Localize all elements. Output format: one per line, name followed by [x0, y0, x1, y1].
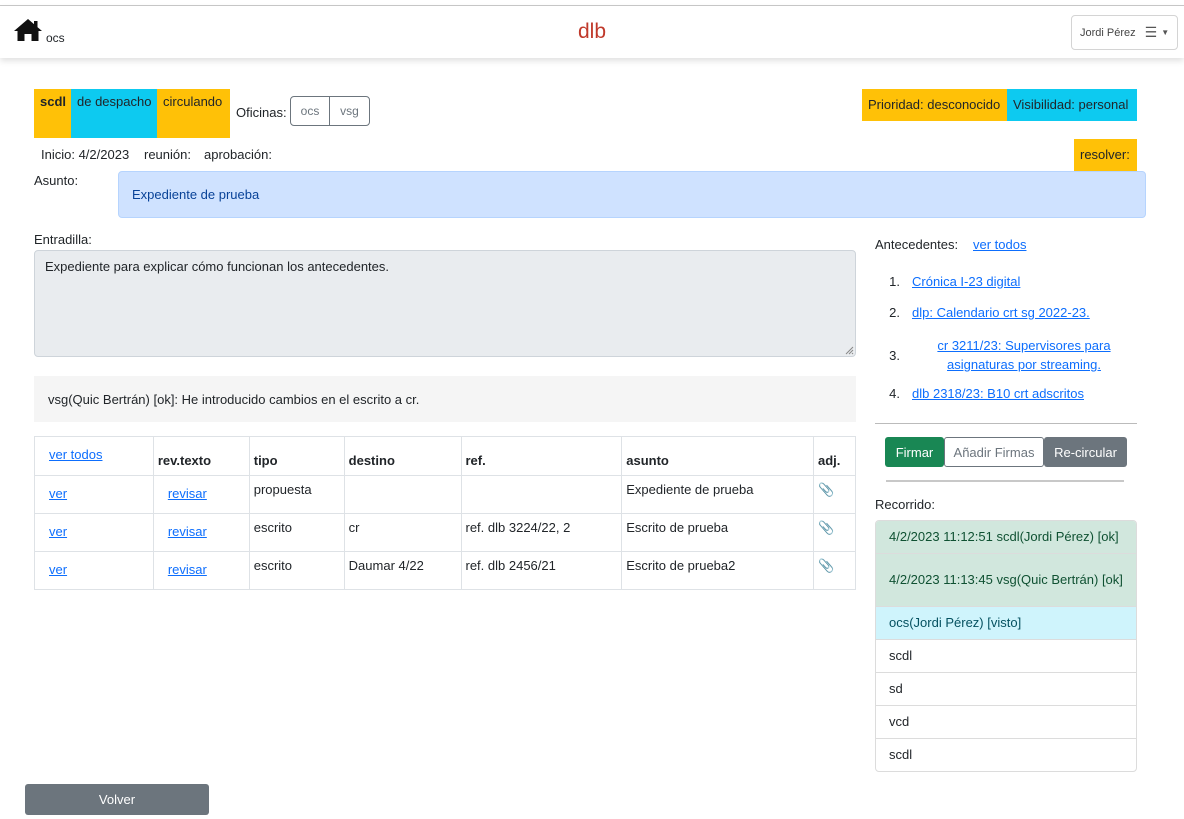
entradilla-label: Entradilla:: [34, 232, 92, 247]
anadir-firmas-button[interactable]: Añadir Firmas: [944, 437, 1044, 467]
user-menu-button[interactable]: Jordi Pérez ☰ ▼: [1071, 15, 1178, 50]
ver-link[interactable]: ver: [49, 486, 67, 501]
tag-circulando: circulando: [157, 89, 230, 138]
entradilla-value: Expediente para explicar cómo funcionan …: [45, 259, 389, 274]
cell-destino: Daumar 4/22: [343, 551, 462, 590]
paperclip-icon[interactable]: 📎: [818, 558, 834, 573]
asunto-field: Expediente de prueba: [118, 171, 1146, 218]
item-number: 1.: [889, 274, 900, 289]
tag-despacho-label: de despacho: [77, 94, 152, 109]
visibilidad-label: Visibilidad: personal: [1013, 97, 1129, 112]
antecedente-link[interactable]: Crónica I-23 digital: [912, 274, 1136, 289]
tag-circulando-label: circulando: [163, 94, 223, 109]
tag-scdl: scdl: [34, 89, 71, 138]
recircular-button[interactable]: Re-circular: [1044, 437, 1127, 467]
menu-icon: ☰: [1144, 24, 1158, 40]
entradilla-textarea[interactable]: Expediente para explicar cómo funcionan …: [34, 250, 856, 357]
cell-destino: cr: [343, 513, 462, 552]
tag-despacho: de despacho: [71, 89, 157, 138]
oficina-vsg-button[interactable]: vsg: [329, 96, 370, 126]
resolver-label: resolver:: [1080, 147, 1130, 162]
ver-todos-header: ver todos: [34, 436, 154, 476]
col-adj: adj.: [812, 436, 857, 476]
list-item: scdl: [876, 640, 1136, 673]
chevron-down-icon: ▼: [1161, 28, 1170, 37]
list-item: sd: [876, 673, 1136, 706]
cell-tipo: escrito: [248, 513, 345, 552]
antecedente-link[interactable]: dlp: Calendario crt sg 2022-23.: [912, 305, 1136, 320]
item-number: 3.: [889, 347, 900, 363]
resolver-badge: resolver:: [1074, 139, 1137, 171]
cell-destino: [343, 475, 462, 514]
ver-link[interactable]: ver: [49, 562, 67, 577]
comment-text: vsg(Quic Bertrán) [ok]: He introducido c…: [48, 392, 420, 407]
tag-scdl-label: scdl: [40, 94, 67, 109]
table-row: ver revisar propuesta Expediente de prue…: [34, 475, 857, 514]
cell-ref: [460, 475, 623, 514]
antecedentes-label: Antecedentes:: [875, 237, 959, 252]
revisar-link[interactable]: revisar: [168, 524, 207, 539]
col-rev-texto: rev.texto: [152, 436, 250, 476]
asunto-label: Asunto:: [34, 173, 79, 188]
list-item: ocs(Jordi Pérez) [visto]: [876, 607, 1136, 640]
antecedente-link[interactable]: dlb 2318/23: B10 crt adscritos: [912, 386, 1136, 401]
oficina-ocs-button[interactable]: ocs: [290, 96, 330, 126]
cell-asunto: Expediente de prueba: [621, 475, 814, 514]
col-destino: destino: [343, 436, 462, 476]
page-title: dlb: [577, 20, 607, 43]
divider: [875, 423, 1137, 424]
cell-ref: ref. dlb 2456/21: [460, 551, 623, 590]
recorrido-list: 4/2/2023 11:12:51 scdl(Jordi Pérez) [ok]…: [875, 520, 1137, 772]
list-item: 4/2/2023 11:13:45 vsg(Quic Bertrán) [ok]: [876, 554, 1136, 607]
cell-ref: ref. dlb 3224/22, 2: [460, 513, 623, 552]
user-name: Jordi Pérez: [1080, 26, 1136, 39]
list-item: vcd: [876, 706, 1136, 739]
ver-link[interactable]: ver: [49, 524, 67, 539]
list-item: 1. Crónica I-23 digital: [876, 274, 1136, 289]
ver-todos-antecedentes-link[interactable]: ver todos: [973, 237, 1026, 252]
revisar-link[interactable]: revisar: [168, 562, 207, 577]
cell-tipo: escrito: [248, 551, 345, 590]
cell-asunto: Escrito de prueba: [621, 513, 814, 552]
documents-table: ver todos rev.texto tipo destino ref. as…: [34, 436, 857, 590]
list-item: 3. cr 3211/23: Supervisores para asignat…: [876, 336, 1136, 374]
aprobacion-label: aprobación:: [204, 147, 272, 162]
col-tipo: tipo: [248, 436, 345, 476]
cell-tipo: propuesta: [248, 475, 345, 514]
recorrido-label: Recorrido:: [875, 497, 935, 512]
paperclip-icon[interactable]: 📎: [818, 482, 834, 497]
revisar-link[interactable]: revisar: [168, 486, 207, 501]
table-row: ver revisar escrito cr ref. dlb 3224/22,…: [34, 513, 857, 552]
ver-todos-docs-link[interactable]: ver todos: [49, 447, 102, 462]
prioridad-label: Prioridad: desconocido: [868, 97, 1001, 112]
col-asunto: asunto: [621, 436, 814, 476]
comment-box: vsg(Quic Bertrán) [ok]: He introducido c…: [34, 376, 856, 422]
asunto-value: Expediente de prueba: [132, 187, 260, 202]
table-header-row: ver todos rev.texto tipo destino ref. as…: [34, 436, 857, 476]
list-item: scdl: [889, 747, 913, 762]
volver-button[interactable]: Volver: [25, 784, 209, 815]
antecedente-link[interactable]: cr 3211/23: Supervisores para asignatura…: [912, 336, 1136, 374]
cell-asunto: Escrito de prueba2: [621, 551, 814, 590]
visibilidad-badge: Visibilidad: personal: [1007, 89, 1137, 121]
oficinas-label: Oficinas:: [236, 105, 287, 120]
list-item: 2. dlp: Calendario crt sg 2022-23.: [876, 305, 1136, 320]
firmar-button[interactable]: Firmar: [885, 437, 944, 467]
reunion-label: reunión:: [144, 147, 191, 162]
resize-handle-icon[interactable]: [844, 345, 854, 355]
divider: [886, 480, 1124, 482]
inicio-label: Inicio: 4/2/2023: [41, 147, 130, 162]
item-number: 2.: [889, 305, 900, 320]
table-row: ver revisar escrito Daumar 4/22 ref. dlb…: [34, 551, 857, 590]
item-number: 4.: [889, 386, 900, 401]
paperclip-icon[interactable]: 📎: [818, 520, 834, 535]
prioridad-badge: Prioridad: desconocido: [862, 89, 1008, 121]
list-item: 4/2/2023 11:12:51 scdl(Jordi Pérez) [ok]: [876, 521, 1136, 554]
navbar: ocs dlb Jordi Pérez ☰ ▼: [0, 6, 1184, 58]
col-ref: ref.: [460, 436, 623, 476]
list-item: 4. dlb 2318/23: B10 crt adscritos: [876, 386, 1136, 401]
